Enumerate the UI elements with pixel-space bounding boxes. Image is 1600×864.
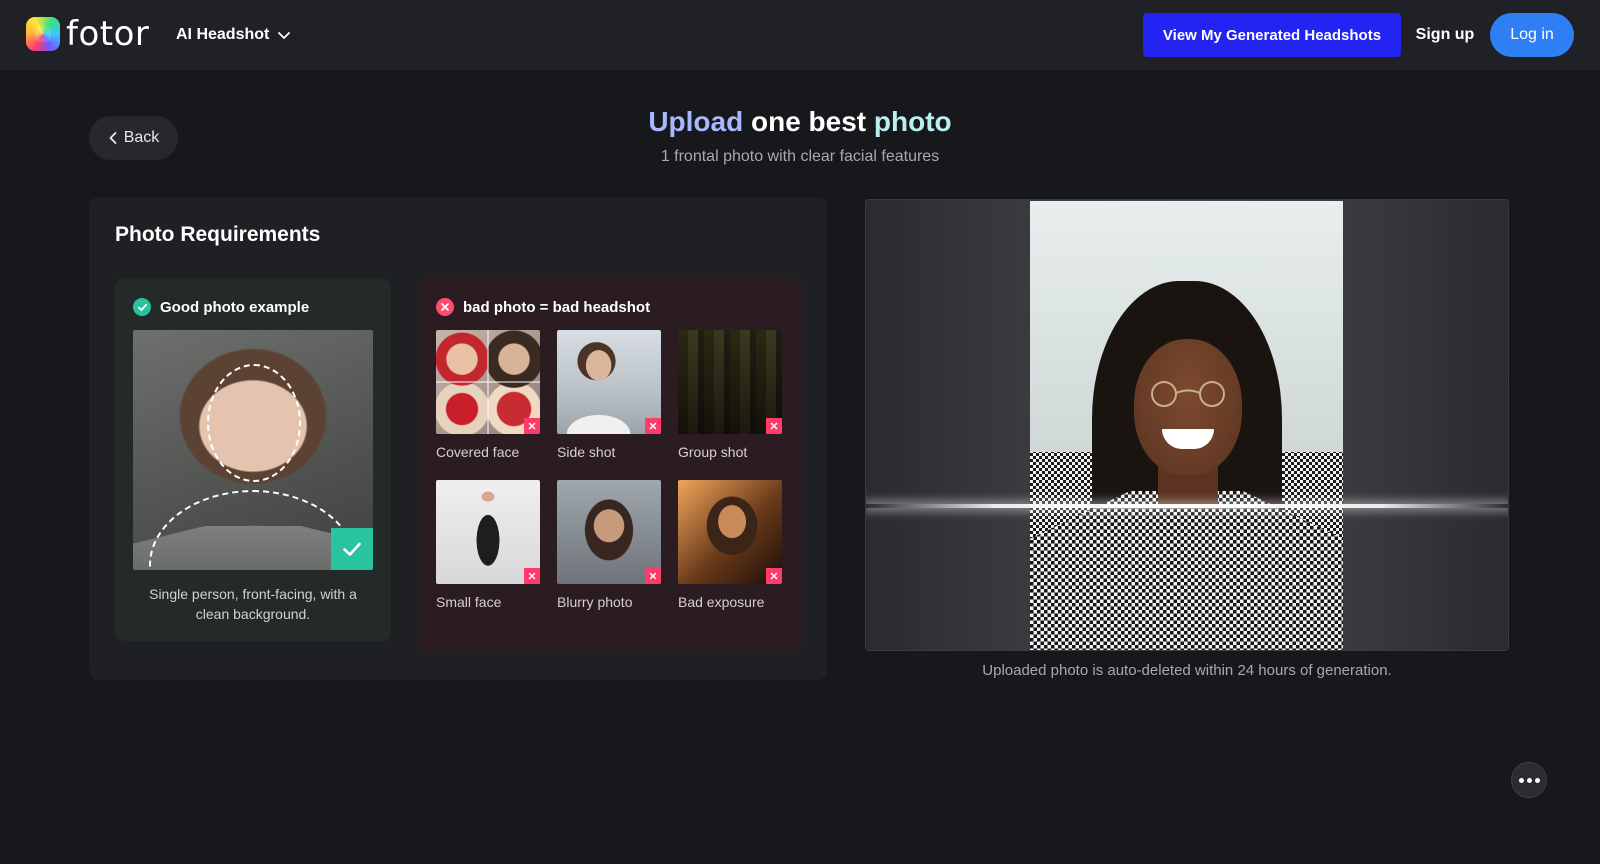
photo-upload-preview[interactable] (865, 199, 1509, 651)
bad-example-blurry-photo: Blurry photo (557, 480, 661, 610)
x-mark-icon (766, 568, 782, 584)
uploaded-photo-preview (1030, 201, 1343, 650)
shoulder-outline-guide (149, 490, 357, 570)
bad-example-thumbnail (557, 330, 661, 434)
bad-example-label: Bad exposure (678, 594, 765, 610)
x-circle-icon (436, 298, 454, 316)
bad-example-thumbnail (678, 330, 782, 434)
face-outline-guide (207, 364, 301, 482)
logo-text: fotor (66, 14, 150, 54)
x-mark-icon (524, 418, 540, 434)
bad-example-thumbnail (436, 480, 540, 584)
scan-line (866, 504, 1508, 508)
photo-requirements-panel: Photo Requirements Good photo example Si… (89, 197, 827, 680)
more-dots-icon (1518, 777, 1524, 783)
glasses-shape (1151, 381, 1225, 407)
x-mark-icon (645, 418, 661, 434)
bad-example-covered-face: Covered face (436, 330, 540, 460)
top-navigation-bar: fotor AI Headshot View My Generated Head… (0, 0, 1600, 70)
x-mark-icon (524, 568, 540, 584)
page-subtitle: 1 frontal photo with clear facial featur… (660, 148, 940, 165)
page-title-word-photo: photo (873, 106, 952, 137)
more-dots-icon (1534, 777, 1540, 783)
log-in-button[interactable]: Log in (1490, 13, 1574, 57)
good-photo-example-label: Good photo example (160, 298, 310, 316)
fotor-logo[interactable]: fotor (26, 17, 149, 51)
houndstooth-top (1030, 491, 1343, 650)
page-title-word-upload: Upload (648, 106, 744, 137)
more-options-button[interactable] (1511, 762, 1547, 798)
good-photo-caption: Single person, front-facing, with a clea… (149, 586, 357, 622)
ai-headshot-menu[interactable]: AI Headshot (176, 24, 291, 46)
page-title-word-one-best: one best (751, 106, 867, 137)
bad-example-thumbnail (436, 330, 540, 434)
bad-example-label: Small face (436, 594, 502, 610)
bad-example-label: Group shot (678, 444, 748, 460)
view-generated-headshots-button[interactable]: View My Generated Headshots (1143, 13, 1401, 57)
bad-example-small-face: Small face (436, 480, 540, 610)
bad-photo-examples-header: bad photo = bad headshot (436, 298, 650, 316)
chevron-down-icon (278, 32, 291, 39)
good-photo-example-card: Good photo example Single person, front-… (115, 278, 391, 641)
bad-example-label: Blurry photo (557, 594, 633, 610)
checkmark-icon (331, 528, 373, 570)
bad-example-thumbnail (557, 480, 661, 584)
page-title: Upload one best photo (0, 104, 1600, 140)
photo-requirements-heading: Photo Requirements (115, 223, 321, 246)
auto-delete-notice: Uploaded photo is auto-deleted within 24… (982, 662, 1392, 679)
bad-example-label: Covered face (436, 444, 520, 460)
bad-example-label: Side shot (557, 444, 616, 460)
x-mark-icon (766, 418, 782, 434)
bad-example-bad-exposure: Bad exposure (678, 480, 782, 610)
bad-photo-examples-label: bad photo = bad headshot (463, 298, 651, 316)
good-photo-example-header: Good photo example (133, 298, 309, 316)
sign-up-button[interactable]: Sign up (1412, 13, 1478, 57)
bad-example-side-shot: Side shot (557, 330, 661, 460)
ai-headshot-menu-label: AI Headshot (176, 26, 270, 43)
bad-photo-examples-card: bad photo = bad headshot Covered face Si… (418, 278, 802, 654)
x-mark-icon (645, 568, 661, 584)
check-circle-icon (133, 298, 151, 316)
fotor-logo-icon (26, 17, 60, 51)
bad-example-group-shot: Group shot (678, 330, 782, 460)
bad-example-thumbnail (678, 480, 782, 584)
more-dots-icon (1526, 777, 1532, 783)
good-photo-example-image (133, 330, 373, 570)
